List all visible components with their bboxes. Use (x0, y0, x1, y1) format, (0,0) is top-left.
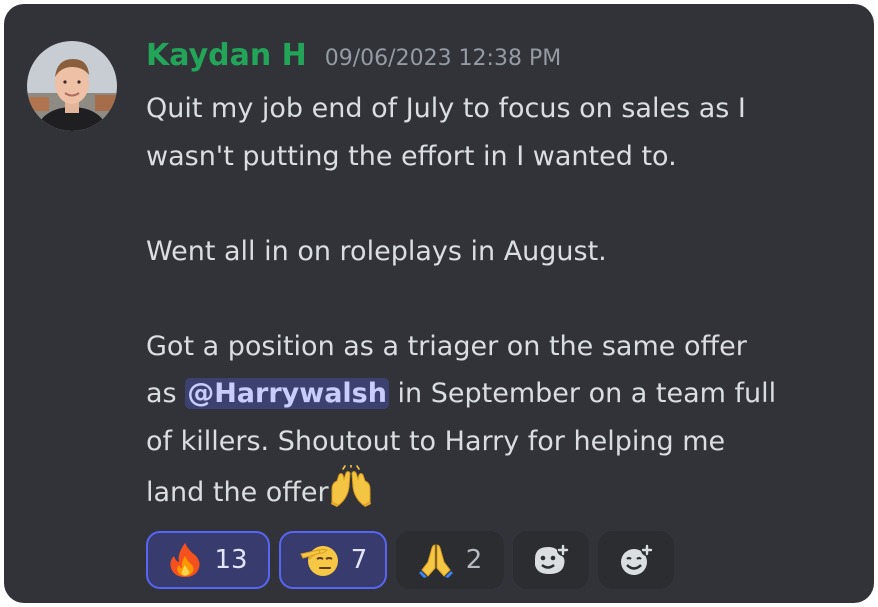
message-line: Quit my job end of July to focus on sale… (146, 93, 746, 124)
reaction-pray[interactable]: 2 (396, 531, 504, 589)
message-line: land the offer (146, 477, 329, 508)
folded-hands-emoji (418, 542, 454, 578)
saluting-face-emoji (299, 543, 339, 577)
reaction-count: 2 (465, 545, 483, 575)
message-line: Got a position as a triager on the same … (146, 330, 747, 362)
reaction-fire[interactable]: 13 (146, 531, 270, 589)
add-super-reaction-button[interactable] (598, 531, 674, 589)
message-header: Kaydan H 09/06/2023 12:38 PM (146, 38, 561, 73)
message-content: Quit my job end of July to focus on sale… (146, 85, 861, 517)
message-line: of killers. Shoutout to Harry for helpin… (146, 425, 726, 457)
message-line: wasn't putting the effort in I wanted to… (146, 140, 677, 172)
reaction-salute[interactable]: 7 (279, 531, 387, 589)
username[interactable]: Kaydan H (146, 38, 307, 73)
message-card: Kaydan H 09/06/2023 12:38 PM Quit my job… (4, 4, 874, 603)
message-line: as (146, 378, 186, 409)
avatar-image (27, 41, 117, 131)
add-reaction-button[interactable] (513, 531, 589, 589)
add-super-reaction-icon (617, 543, 655, 577)
user-mention[interactable]: @Harrywalsh (185, 378, 389, 409)
raising-hands-emoji (329, 465, 373, 507)
reaction-count: 13 (214, 545, 248, 575)
message-line: Went all in on roleplays in August. (146, 235, 607, 267)
message-line: in September on a team full (388, 378, 777, 409)
reactions-bar: 13 7 2 (146, 531, 674, 589)
add-reaction-icon (532, 543, 570, 577)
reaction-count: 7 (350, 545, 368, 575)
fire-emoji (168, 542, 202, 578)
timestamp: 09/06/2023 12:38 PM (324, 46, 562, 71)
avatar[interactable] (27, 41, 117, 131)
